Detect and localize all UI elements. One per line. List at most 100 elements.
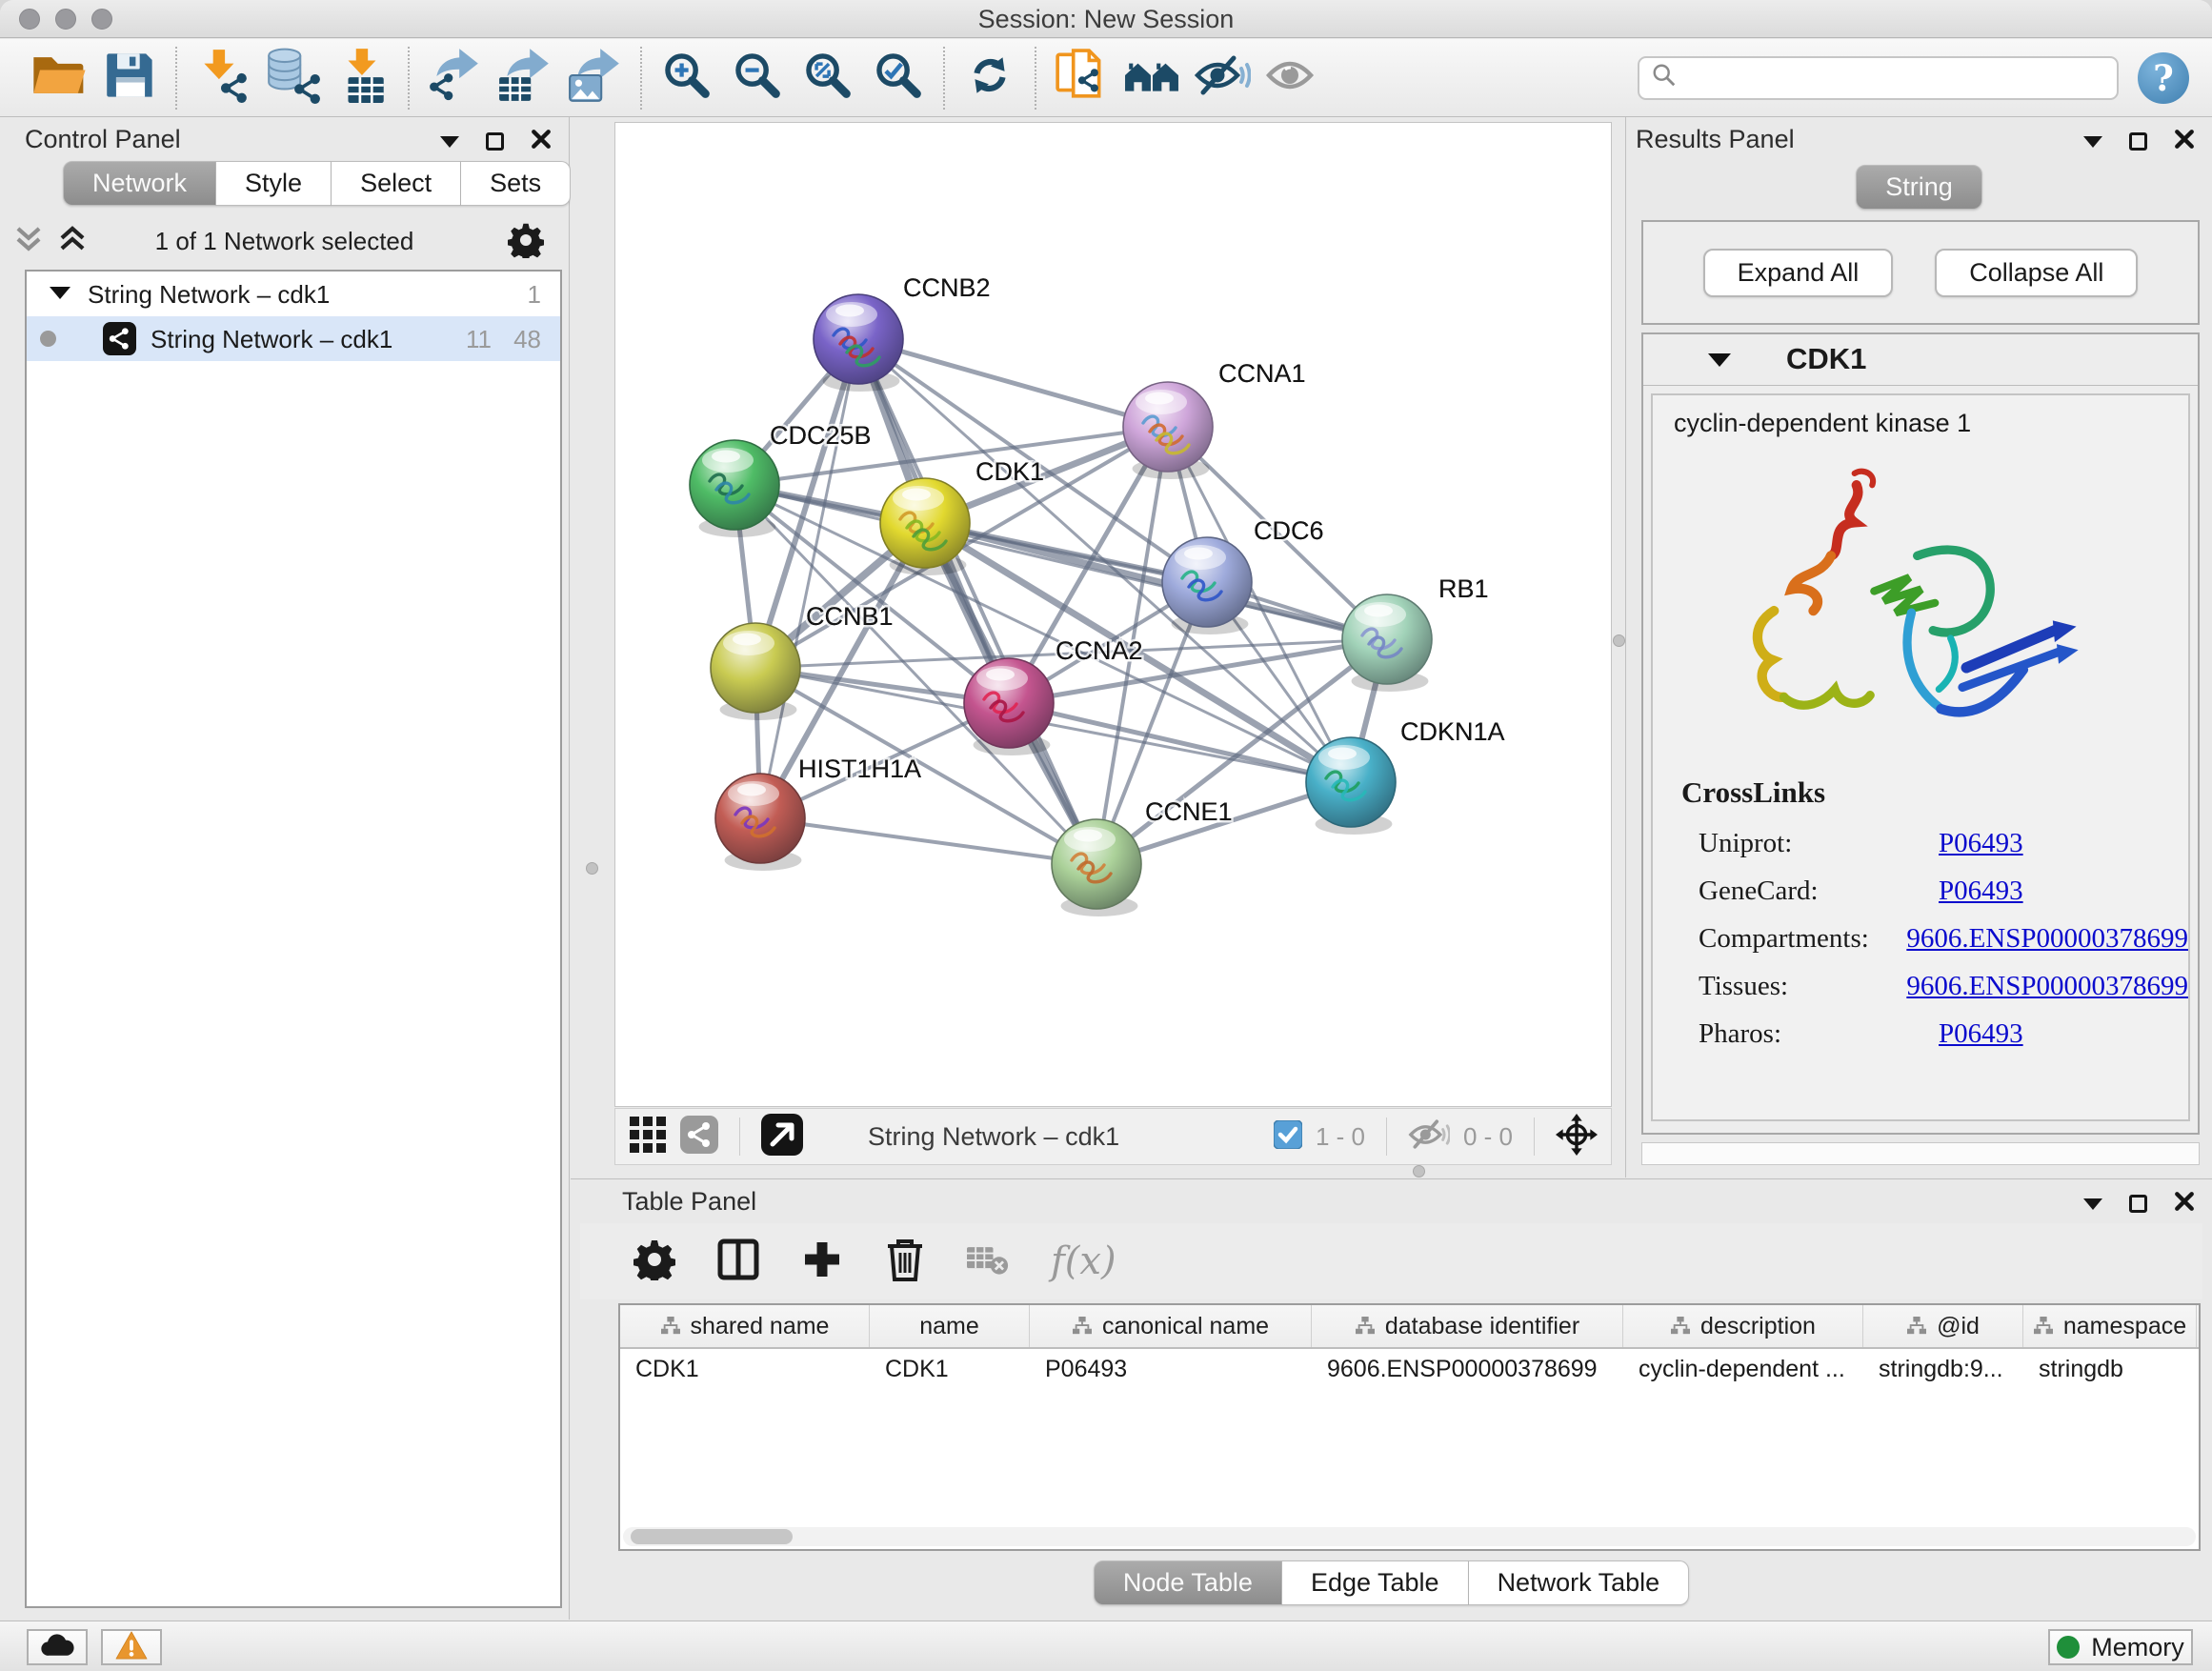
delete-table-icon[interactable]	[967, 1240, 1009, 1283]
horizontal-scrollbar[interactable]	[623, 1527, 2196, 1546]
crosslink-pharos[interactable]: P06493	[1939, 1010, 2023, 1057]
help-button[interactable]: ?	[2138, 52, 2189, 104]
network-canvas[interactable]: CCNB2CCNB2CCNA1CCNA1CDC25BCDC25BCDK1CDK1…	[614, 122, 1612, 1107]
column-header-name[interactable]: name	[870, 1305, 1030, 1347]
grid-view-icon[interactable]	[629, 1116, 667, 1158]
refresh-network-view-button[interactable]	[955, 45, 1025, 111]
close-panel-icon[interactable]	[2174, 1191, 2195, 1217]
column-header-canonical-name[interactable]: canonical name	[1030, 1305, 1312, 1347]
tab-edge-table[interactable]: Edge Table	[1282, 1560, 1469, 1605]
memory-button[interactable]: Memory	[2048, 1629, 2193, 1665]
export-network-button[interactable]	[419, 45, 490, 111]
open-file-button[interactable]	[25, 45, 95, 111]
crosslink-tissues[interactable]: 9606.ENSP00000378699	[1906, 962, 2188, 1010]
detach-view-icon[interactable]	[761, 1114, 803, 1160]
network-node-HIST1H1A[interactable]: HIST1H1AHIST1H1A	[715, 755, 921, 863]
network-node-CDC25B[interactable]: CDC25BCDC25B	[690, 421, 872, 530]
zoom-selected-button[interactable]	[863, 45, 934, 111]
network-node-CCNE1[interactable]: CCNE1CCNE1	[1052, 797, 1233, 909]
warnings-button[interactable]	[101, 1629, 162, 1665]
delete-column-trash-icon[interactable]	[885, 1238, 925, 1286]
tab-string[interactable]: String	[1856, 165, 1982, 210]
network-edge[interactable]	[1009, 703, 1351, 782]
float-panel-icon[interactable]	[2129, 132, 2147, 151]
left-splitter-handle[interactable]	[586, 862, 598, 875]
hide-selected-button[interactable]	[1187, 45, 1257, 111]
network-edge[interactable]	[760, 339, 858, 818]
column-header-database-identifier[interactable]: database identifier	[1312, 1305, 1623, 1347]
column-header--id[interactable]: @id	[1863, 1305, 2023, 1347]
table-cell[interactable]: stringdb:9...	[1863, 1349, 2023, 1391]
network-node-CDKN1A[interactable]: CDKN1ACDKN1A	[1306, 717, 1505, 827]
expand-all-button[interactable]: Expand All	[1703, 249, 1894, 297]
crosslink-compartments[interactable]: 9606.ENSP00000378699	[1906, 915, 2188, 962]
control-panel: Control Panel NetworkStyleSelectSets 1 o…	[0, 117, 570, 1620]
export-table-button[interactable]	[490, 45, 560, 111]
column-header-description[interactable]: description	[1623, 1305, 1863, 1347]
create-network-from-selection-button[interactable]	[1046, 45, 1116, 111]
tab-network-table[interactable]: Network Table	[1469, 1560, 1690, 1605]
network-node-CCNA1[interactable]: CCNA1CCNA1	[1123, 359, 1306, 472]
panel-menu-icon[interactable]	[440, 136, 459, 148]
selected-checkbox-icon[interactable]	[1274, 1120, 1302, 1154]
right-splitter-handle[interactable]	[1613, 634, 1625, 647]
bottom-splitter-handle[interactable]	[1413, 1165, 1425, 1178]
results-scroll-strip[interactable]	[1641, 1142, 2200, 1165]
panel-menu-icon[interactable]	[2083, 1198, 2102, 1210]
scrollbar-thumb[interactable]	[631, 1529, 793, 1544]
network-share-view-icon[interactable]	[680, 1116, 718, 1158]
network-graph[interactable]: CCNB2CCNB2CCNA1CCNA1CDC25BCDC25BCDK1CDK1…	[615, 123, 1611, 1106]
export-image-button[interactable]	[560, 45, 631, 111]
birdseye-crosshair-icon[interactable]	[1556, 1114, 1598, 1160]
tab-network[interactable]: Network	[63, 161, 216, 206]
table-cell[interactable]: P06493	[1030, 1349, 1312, 1391]
crosslink-uniprot[interactable]: P06493	[1939, 819, 2023, 867]
table-cell[interactable]: 9606.ENSP00000378699	[1312, 1349, 1623, 1391]
network-collection-row[interactable]: String Network – cdk1 1	[27, 272, 560, 316]
show-columns-icon[interactable]	[717, 1238, 759, 1285]
table-cell[interactable]: CDK1	[870, 1349, 1030, 1391]
close-panel-icon[interactable]	[531, 129, 552, 154]
float-panel-icon[interactable]	[2129, 1195, 2147, 1213]
panel-menu-icon[interactable]	[2083, 136, 2102, 148]
import-network-from-file-button[interactable]	[187, 45, 257, 111]
table-cell[interactable]: CDK1	[620, 1349, 870, 1391]
network-edge[interactable]	[760, 818, 1096, 864]
network-options-gear-icon[interactable]	[508, 222, 544, 263]
column-header-shared-name[interactable]: shared name	[620, 1305, 870, 1347]
first-neighbors-button[interactable]	[1116, 45, 1187, 111]
zoom-in-button[interactable]	[652, 45, 722, 111]
function-builder-icon[interactable]: f(x)	[1051, 1239, 1116, 1283]
import-network-from-database-button[interactable]	[257, 45, 328, 111]
hidden-eye-icon[interactable]	[1408, 1116, 1450, 1158]
close-panel-icon[interactable]	[2174, 129, 2195, 154]
zoom-out-button[interactable]	[722, 45, 793, 111]
import-table-from-file-button[interactable]	[328, 45, 398, 111]
cloud-status-button[interactable]	[27, 1629, 88, 1665]
zoom-fit-button[interactable]	[793, 45, 863, 111]
float-panel-icon[interactable]	[486, 132, 504, 151]
collapse-all-button[interactable]: Collapse All	[1935, 249, 2138, 297]
table-row[interactable]: CDK1CDK1P064939606.ENSP00000378699cyclin…	[620, 1349, 2199, 1391]
eye-icon	[1266, 56, 1319, 99]
gene-header-row[interactable]: CDK1	[1643, 334, 2198, 386]
cytoscape-window: Session: New Session ? Control	[0, 0, 2212, 1671]
gene-expander-icon[interactable]	[1708, 353, 1731, 367]
network-row[interactable]: String Network – cdk1 11 48	[27, 316, 560, 361]
show-all-button[interactable]	[1257, 45, 1328, 111]
table-settings-gear-icon[interactable]	[633, 1238, 675, 1285]
network-edge[interactable]	[858, 339, 1168, 427]
save-session-button[interactable]	[95, 45, 166, 111]
tree-expander-icon[interactable]	[50, 287, 70, 299]
table-cell[interactable]: cyclin-dependent ...	[1623, 1349, 1863, 1391]
crosslink-genecard[interactable]: P06493	[1939, 867, 2023, 915]
tab-sets[interactable]: Sets	[461, 161, 571, 206]
tab-select[interactable]: Select	[332, 161, 461, 206]
column-header-namespace[interactable]: namespace	[2023, 1305, 2197, 1347]
network-node-RB1[interactable]: RB1RB1	[1342, 574, 1489, 684]
tab-node-table[interactable]: Node Table	[1094, 1560, 1282, 1605]
table-cell[interactable]: stringdb	[2023, 1349, 2197, 1391]
search-input[interactable]	[1685, 62, 2105, 93]
add-column-plus-icon[interactable]	[801, 1238, 843, 1285]
tab-style[interactable]: Style	[216, 161, 332, 206]
